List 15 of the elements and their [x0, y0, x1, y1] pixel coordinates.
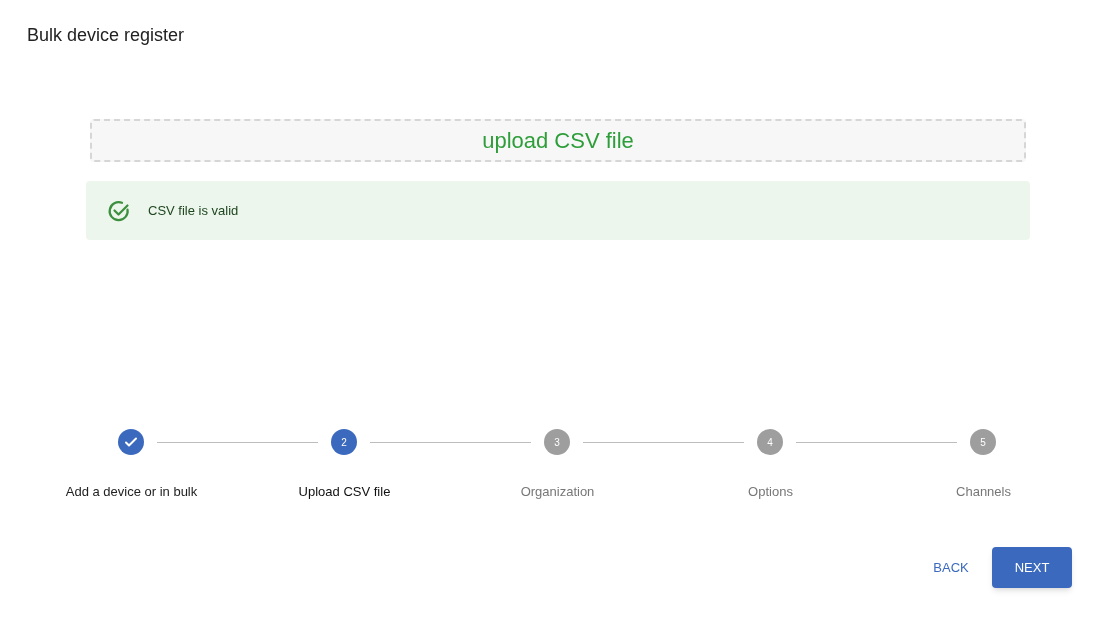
alert-message: CSV file is valid	[148, 201, 239, 220]
step-number: 3	[544, 429, 570, 455]
step-number: 4	[757, 429, 783, 455]
check-circle-icon	[107, 198, 131, 223]
step-number: 5	[970, 429, 996, 455]
step-label: Channels	[956, 484, 1011, 499]
upload-dropzone[interactable]: upload CSV file	[90, 119, 1026, 162]
next-button[interactable]: NEXT	[992, 547, 1072, 588]
step-number: 2	[331, 429, 357, 455]
step-label: Add a device or in bulk	[65, 484, 198, 499]
step-label: Options	[748, 484, 793, 499]
back-button[interactable]: BACK	[920, 547, 982, 588]
page-title: Bulk device register	[27, 24, 185, 47]
step-label: Organization	[520, 484, 595, 499]
step-label: Upload CSV file	[298, 484, 391, 499]
